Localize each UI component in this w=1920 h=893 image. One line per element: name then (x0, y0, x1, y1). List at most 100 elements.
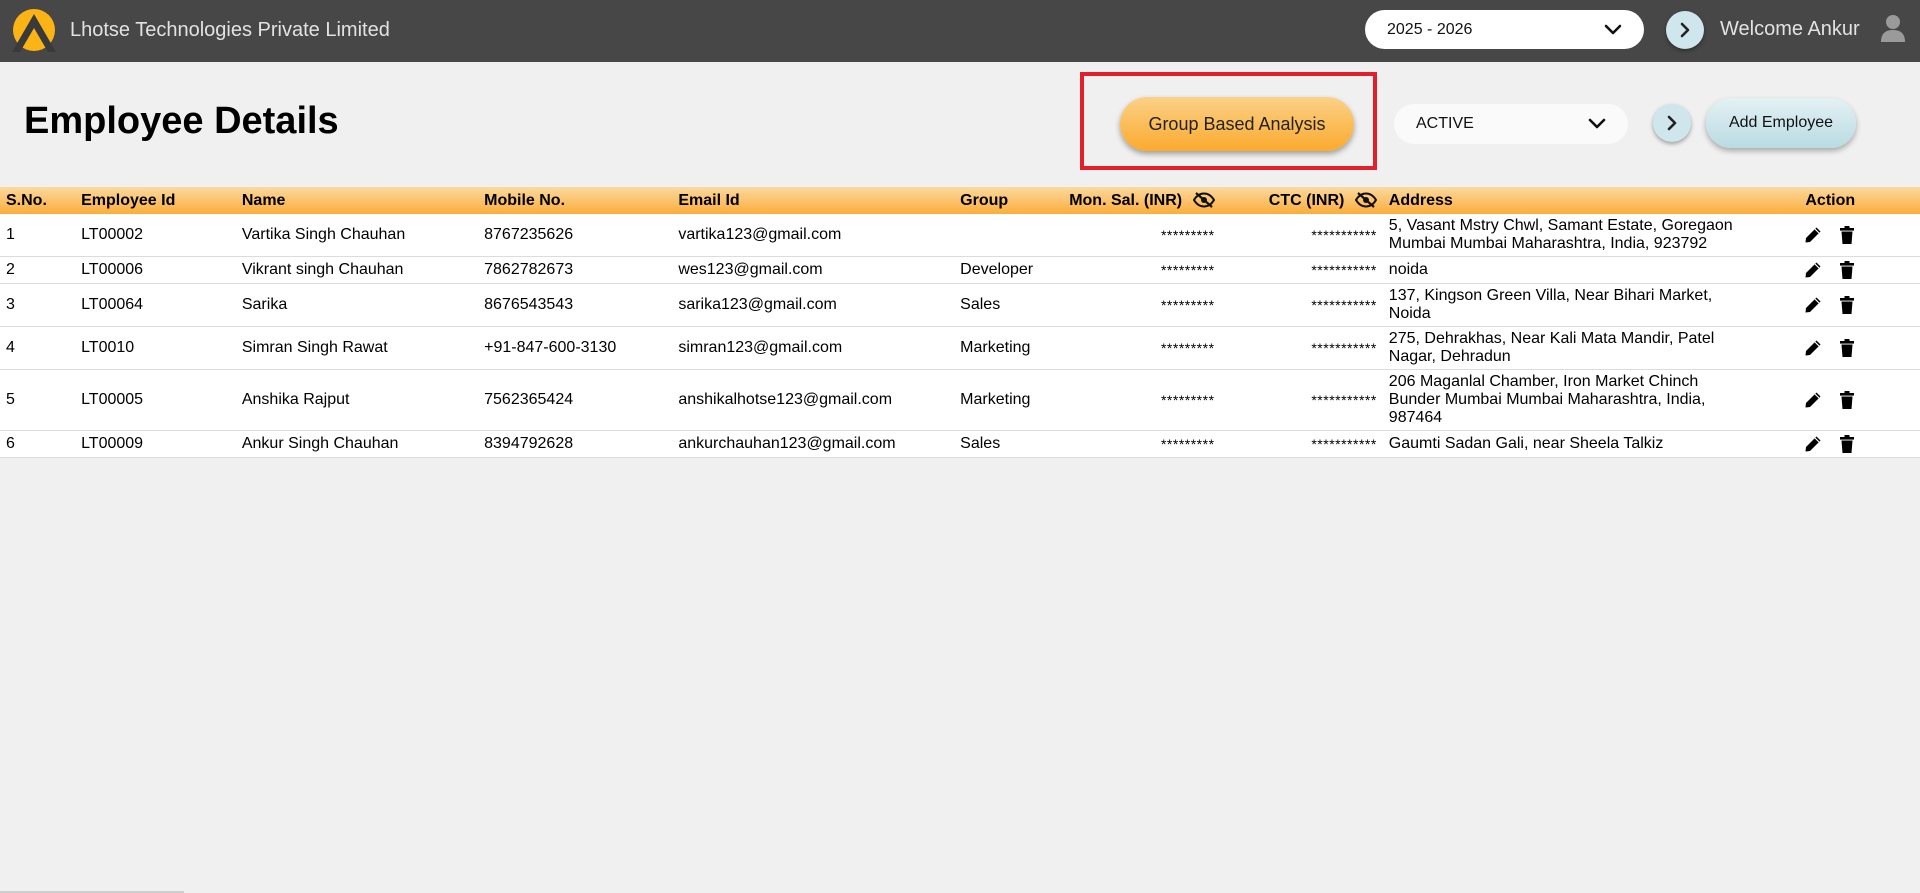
trash-icon[interactable] (1837, 295, 1857, 315)
cell-employee-id: LT00005 (75, 369, 236, 431)
row-actions (1747, 225, 1914, 245)
cell-email: vartika123@gmail.com (672, 214, 955, 257)
group-based-analysis-button[interactable]: Group Based Analysis (1120, 97, 1354, 151)
cell-address: 5, Vasant Mstry Chwl, Samant Estate, Gor… (1382, 214, 1741, 257)
pencil-icon[interactable] (1803, 225, 1823, 245)
cell-actions (1740, 214, 1920, 257)
pencil-icon[interactable] (1803, 390, 1823, 410)
cell-mobile: +91-847-600-3130 (478, 326, 673, 370)
table-row: 2 LT00006 Vikrant singh Chauhan 78627826… (0, 256, 1920, 284)
cell-mobile: 7562365424 (478, 369, 673, 431)
cell-address: Gaumti Sadan Gali, near Sheela Talkiz (1382, 430, 1741, 458)
cell-name: Ankur Singh Chauhan (235, 430, 479, 458)
trash-icon[interactable] (1837, 390, 1857, 410)
cell-mobile: 8767235626 (478, 214, 673, 257)
cell-address: 206 Maganlal Chamber, Iron Market Chinch… (1382, 369, 1741, 431)
pencil-icon[interactable] (1803, 338, 1823, 358)
table-row: 5 LT00005 Anshika Rajput 7562365424 ansh… (0, 369, 1920, 431)
cell-monthly-salary: ********* (1063, 214, 1221, 257)
trash-icon[interactable] (1837, 434, 1857, 454)
column-header: Employee Id (81, 191, 176, 209)
cell-group: Sales (954, 430, 1064, 458)
page-title: Employee Details (24, 100, 339, 142)
column-header-label: CTC (INR) (1268, 191, 1345, 209)
column-header-salary: Mon. Sal. (INR) (1063, 187, 1220, 214)
financial-year-select[interactable]: 2025 - 2026 (1365, 10, 1644, 49)
column-header: S.No. (6, 191, 47, 209)
row-actions (1747, 260, 1914, 280)
cell-group (954, 214, 1064, 257)
cell-sno: 5 (0, 369, 76, 431)
trash-icon[interactable] (1837, 338, 1857, 358)
cell-group: Sales (954, 283, 1064, 327)
cell-employee-id: LT00006 (75, 256, 236, 284)
top-bar: Lhotse Technologies Private Limited 2025… (0, 0, 1920, 62)
table-row: 3 LT00064 Sarika 8676543543 sarika123@gm… (0, 283, 1920, 327)
cell-employee-id: LT00002 (75, 214, 236, 257)
status-filter-select[interactable]: ACTIVE (1394, 104, 1628, 144)
cell-employee-id: LT00064 (75, 283, 236, 327)
financial-year-value: 2025 - 2026 (1387, 20, 1473, 38)
pencil-icon[interactable] (1803, 260, 1823, 280)
cell-mobile: 8394792628 (478, 430, 673, 458)
cell-actions (1740, 256, 1920, 284)
cell-ctc: *********** (1220, 214, 1383, 257)
cell-address: 275, Dehrakhas, Near Kali Mata Mandir, P… (1382, 326, 1741, 370)
status-go-button[interactable] (1653, 104, 1691, 142)
table-row: 1 LT00002 Vartika Singh Chauhan 87672356… (0, 214, 1920, 257)
column-header: Action (1805, 191, 1856, 209)
column-header: Address (1388, 191, 1453, 209)
cell-mobile: 7862782673 (478, 256, 673, 284)
cell-email: ankurchauhan123@gmail.com (672, 430, 955, 458)
cell-monthly-salary: ********* (1063, 369, 1221, 431)
column-header: Mobile No. (484, 191, 566, 209)
cell-group: Marketing (954, 326, 1064, 370)
cell-sno: 2 (0, 256, 76, 284)
table-body: 1 LT00002 Vartika Singh Chauhan 87672356… (0, 214, 1920, 458)
cell-sno: 1 (0, 214, 76, 257)
row-actions (1747, 338, 1914, 358)
trash-icon[interactable] (1837, 225, 1857, 245)
pencil-icon[interactable] (1803, 295, 1823, 315)
user-icon[interactable] (1880, 14, 1906, 42)
chevron-down-icon (1604, 24, 1622, 34)
cell-actions (1740, 369, 1920, 431)
cell-email: anshikalhotse123@gmail.com (672, 369, 955, 431)
eye-slash-icon[interactable] (1354, 192, 1377, 209)
column-header: Group (960, 191, 1009, 209)
company-logo-icon (12, 9, 56, 52)
cell-ctc: *********** (1220, 430, 1383, 458)
table-header-row: S.No. Employee Id Name Mobile No. Email … (0, 187, 1920, 214)
cell-monthly-salary: ********* (1063, 283, 1221, 327)
company-name: Lhotse Technologies Private Limited (70, 19, 390, 41)
cell-sno: 4 (0, 326, 76, 370)
employee-table: S.No. Employee Id Name Mobile No. Email … (0, 187, 1920, 458)
trash-icon[interactable] (1837, 260, 1857, 280)
row-actions (1747, 295, 1914, 315)
cell-ctc: *********** (1220, 369, 1383, 431)
cell-name: Vikrant singh Chauhan (235, 256, 479, 284)
cell-actions (1740, 326, 1920, 370)
cell-monthly-salary: ********* (1063, 326, 1221, 370)
cell-email: wes123@gmail.com (672, 256, 955, 284)
eye-slash-icon[interactable] (1192, 192, 1215, 209)
cell-sno: 6 (0, 430, 76, 458)
cell-address: 137, Kingson Green Villa, Near Bihari Ma… (1382, 283, 1741, 327)
table-row: 6 LT00009 Ankur Singh Chauhan 8394792628… (0, 430, 1920, 458)
cell-email: simran123@gmail.com (672, 326, 955, 370)
cell-group: Developer (954, 256, 1064, 284)
year-go-button[interactable] (1666, 11, 1704, 49)
cell-name: Anshika Rajput (235, 369, 479, 431)
cell-name: Vartika Singh Chauhan (235, 214, 479, 257)
cell-monthly-salary: ********* (1063, 256, 1221, 284)
column-header: Email Id (678, 191, 740, 209)
cell-employee-id: LT00009 (75, 430, 236, 458)
welcome-text: Welcome Ankur (1720, 18, 1860, 40)
column-header: Name (241, 191, 286, 209)
pencil-icon[interactable] (1803, 434, 1823, 454)
cell-email: sarika123@gmail.com (672, 283, 955, 327)
cell-group: Marketing (954, 369, 1064, 431)
cell-ctc: *********** (1220, 256, 1383, 284)
add-employee-button[interactable]: Add Employee (1706, 98, 1856, 148)
row-actions (1747, 390, 1914, 410)
